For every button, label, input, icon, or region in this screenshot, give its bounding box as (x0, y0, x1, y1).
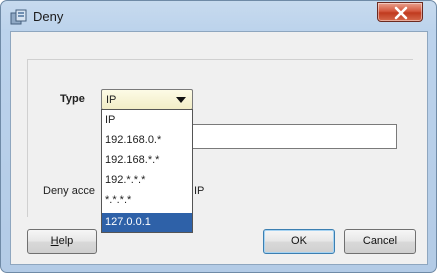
app-icon (10, 9, 27, 25)
chevron-down-icon (176, 97, 186, 103)
close-button[interactable] (377, 2, 423, 22)
type-select[interactable]: IP (101, 89, 193, 110)
dialog-body: Type IP Deny acce IP IP 192.168.0.* 192.… (10, 31, 428, 265)
dropdown-option[interactable]: *.*.*.* (102, 191, 192, 209)
help-label-rest: elp (58, 235, 74, 247)
deny-dialog: Deny Type IP Deny acce IP IP 192.168.0.*… (0, 0, 437, 273)
dropdown-option[interactable]: IP (102, 111, 192, 129)
deny-access-label: Deny acce (43, 185, 95, 197)
close-icon (394, 6, 408, 20)
title-bar[interactable]: Deny (1, 1, 436, 33)
deny-access-label-tail: IP (194, 185, 205, 197)
dropdown-option-selected[interactable]: 127.0.0.1 (102, 213, 192, 232)
type-dropdown-list[interactable]: IP 192.168.0.* 192.168.*.* 192.*.*.* *.*… (101, 109, 193, 233)
ok-button[interactable]: OK (263, 229, 335, 254)
cancel-button[interactable]: Cancel (344, 229, 416, 254)
help-button[interactable]: Help (27, 229, 97, 254)
type-select-value: IP (106, 94, 117, 106)
dropdown-option[interactable]: 192.168.0.* (102, 131, 192, 149)
type-label: Type (60, 93, 85, 105)
help-mnemonic: H (50, 235, 59, 247)
dropdown-option[interactable]: 192.168.*.* (102, 151, 192, 169)
window-title: Deny (33, 9, 64, 24)
address-input[interactable] (187, 124, 397, 149)
dropdown-option[interactable]: 192.*.*.* (102, 171, 192, 189)
